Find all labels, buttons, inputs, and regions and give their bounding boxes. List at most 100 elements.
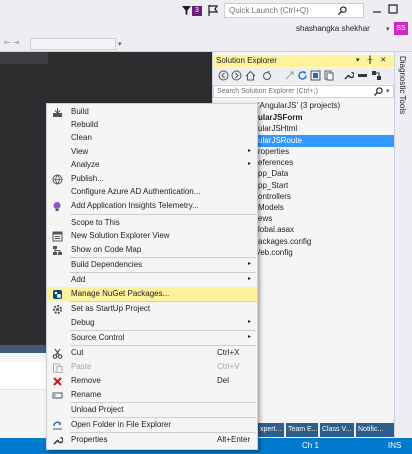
menu-item-source-control[interactable]: Source Control ▸ [47, 331, 257, 345]
search-options-chevron-icon[interactable]: ▾ [386, 87, 390, 95]
menu-item-unload-project[interactable]: Unload Project [47, 403, 257, 417]
menu-item-paste[interactable]: Paste Ctrl+V [47, 360, 257, 374]
menu-item-rebuild[interactable]: Rebuild [47, 118, 257, 132]
menu-item-label: Configure Azure AD Authentication... [71, 187, 201, 196]
menu-item-label: New Solution Explorer View [71, 231, 170, 240]
toolbar-combo[interactable] [30, 38, 116, 50]
search-icon[interactable] [374, 87, 383, 96]
refresh-icon[interactable] [297, 70, 308, 81]
user-name[interactable]: shashangka shekhar [296, 24, 370, 33]
menu-item-label: Cut [71, 348, 84, 357]
tab-class-view[interactable]: Class V... [320, 423, 354, 437]
publish-icon [52, 174, 63, 185]
menu-item-label: Add Application Insights Telemetry... [71, 201, 199, 210]
menu-item-build-dependencies[interactable]: Build Dependencies ▸ [47, 258, 257, 272]
submenu-arrow-icon: ▸ [248, 319, 252, 325]
menu-shortcut: Del [217, 376, 230, 385]
tree-item[interactable]: eferences [258, 158, 293, 167]
menu-item-new-solution-explorer-view[interactable]: New Solution Explorer View [47, 229, 257, 243]
search-icon[interactable] [338, 6, 347, 15]
avatar[interactable]: SS [394, 22, 408, 35]
tab-team-explorer[interactable]: Team E... [286, 423, 318, 437]
tree-item[interactable]: pp_Data [258, 169, 288, 178]
menu-item-label: Unload Project [71, 405, 124, 414]
menu-item-add[interactable]: Add ▸ [47, 273, 257, 287]
panel-window-buttons[interactable]: ▾ ╫ ✕ [356, 56, 389, 64]
menu-item-label: Set as StartUp Project [71, 304, 151, 313]
tree-item[interactable]: lobal.asax [258, 225, 294, 234]
menu-item-clean[interactable]: Clean [47, 131, 257, 145]
menu-item-cut[interactable]: Cut Ctrl+X [47, 346, 257, 360]
tree-item[interactable]: roperties [258, 147, 289, 156]
show-all-files-icon[interactable] [323, 70, 334, 81]
submenu-arrow-icon: ▸ [248, 261, 252, 267]
maximize-icon[interactable] [388, 4, 398, 14]
tree-item-solution[interactable]: 'AngularJS' (3 projects) [258, 101, 340, 110]
menu-item-label: Rebuild [71, 120, 99, 129]
menu-item-properties[interactable]: Properties Alt+Enter [47, 433, 257, 447]
build-icon [53, 108, 62, 117]
editor-tab-strip [0, 52, 48, 64]
home-icon[interactable] [245, 70, 256, 81]
submenu-arrow-icon: ▸ [248, 276, 252, 282]
menu-item-label: Manage NuGet Packages... [71, 289, 170, 298]
submenu-arrow-icon: ▸ [248, 148, 252, 154]
menu-item-set-as-startup-project[interactable]: Set as StartUp Project [47, 302, 257, 316]
minimize-icon[interactable] [372, 4, 382, 14]
tree-item[interactable]: ackages.config [258, 237, 311, 246]
solution-explorer-title: Solution Explorer [216, 56, 277, 65]
wrench-icon[interactable] [343, 70, 354, 81]
tree-item[interactable]: Models [258, 203, 284, 212]
menu-shortcut: Ctrl+X [217, 348, 240, 357]
menu-item-scope-to-this[interactable]: Scope to This [47, 216, 257, 230]
tree-item-project-selected[interactable]: ularJSRoute [258, 136, 302, 145]
tree-item[interactable]: ews [258, 214, 272, 223]
sync-icon[interactable] [262, 70, 273, 81]
menu-item-label: Open Folder in File Explorer [71, 420, 172, 429]
collapse-all-icon[interactable] [310, 70, 321, 81]
tree-item-project[interactable]: ularJSHtml [258, 124, 297, 133]
gear-icon [53, 305, 62, 314]
menu-item-add-app-insights[interactable]: Add Application Insights Telemetry... [47, 199, 257, 213]
menu-item-configure-azure-ad[interactable]: Configure Azure AD Authentication... [47, 185, 257, 199]
menu-shortcut: Ctrl+V [217, 362, 240, 371]
menu-item-debug[interactable]: Debug ▸ [47, 316, 257, 330]
menu-item-label: Properties [71, 435, 108, 444]
diagnostic-tools-label[interactable]: Diagnostic Tools [398, 56, 407, 114]
filter-icon[interactable] [182, 6, 191, 15]
tab-notifications[interactable]: Notific... [356, 423, 394, 437]
menu-item-rename[interactable]: Rename [47, 388, 257, 402]
menu-item-label: Build Dependencies [71, 260, 143, 269]
menu-item-analyze[interactable]: Analyze ▸ [47, 158, 257, 172]
menu-item-open-folder-in-file-explorer[interactable]: Open Folder in File Explorer [47, 418, 257, 432]
class-diagram-icon[interactable] [371, 70, 382, 81]
menu-item-show-on-code-map[interactable]: Show on Code Map [47, 243, 257, 257]
user-menu-chevron-icon[interactable]: ▾ [386, 25, 390, 33]
indent-icon[interactable]: ⇤ ⇥ [4, 38, 20, 47]
tree-item[interactable]: ontrollers [258, 192, 291, 201]
pending-changes-icon[interactable] [284, 70, 295, 81]
tree-item[interactable]: pp_Start [258, 181, 288, 190]
back-icon[interactable] [218, 70, 229, 81]
feedback-flag-icon[interactable] [208, 5, 218, 16]
menu-separator [70, 214, 256, 215]
preview-icon[interactable] [357, 70, 368, 81]
tree-item[interactable]: /eb.config [258, 248, 293, 257]
menu-item-build[interactable]: Build [47, 105, 257, 119]
menu-item-manage-nuget-packages[interactable]: Manage NuGet Packages... [47, 287, 257, 301]
solution-explorer-search-input[interactable]: Search Solution Explorer (Ctrl+;) [213, 85, 394, 98]
new-view-icon [52, 231, 63, 242]
menu-item-remove[interactable]: Remove Del [47, 374, 257, 388]
menu-item-publish[interactable]: Publish... [47, 172, 257, 186]
menu-item-label: Analyze [71, 160, 100, 169]
chevron-down-icon[interactable]: ▾ [118, 40, 122, 48]
menu-shortcut: Alt+Enter [217, 435, 251, 444]
menu-item-view[interactable]: View ▸ [47, 145, 257, 159]
code-map-icon [53, 246, 62, 255]
menu-item-label: Add [71, 275, 86, 284]
tab-server-explorer[interactable]: xpert... [258, 423, 284, 437]
tree-item-project[interactable]: ularJSForm [258, 113, 302, 122]
forward-icon[interactable] [231, 70, 242, 81]
menu-item-label: Publish... [71, 174, 104, 183]
notification-badge[interactable]: 3 [192, 6, 202, 16]
